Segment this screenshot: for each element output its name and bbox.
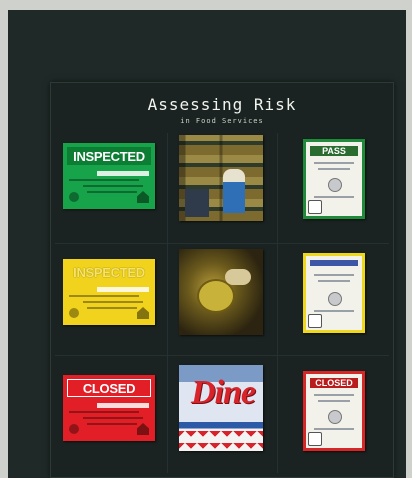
zigzag-trim [179, 431, 263, 451]
placard-text-line [83, 417, 143, 419]
house-icon [137, 307, 149, 319]
worker-figure [223, 169, 245, 213]
placard-field [97, 287, 149, 292]
seal-icon [69, 308, 79, 318]
certificate-heading [310, 260, 358, 266]
stamp-icon [308, 314, 322, 328]
placard-heading: INSPECTED [67, 147, 151, 165]
placard-text-line [69, 295, 139, 297]
certificate-heading: CLOSED [310, 378, 358, 388]
diner-sign: Dine [191, 374, 256, 411]
house-icon [137, 423, 149, 435]
placard-text-line [69, 411, 139, 413]
emblem-icon [328, 178, 342, 192]
conditional-certificate [303, 253, 365, 333]
closed-certificate: CLOSED [303, 371, 365, 451]
certificate-text-line [318, 280, 350, 282]
poster-title: Assessing Risk [147, 95, 297, 114]
closed-red-placard: CLOSED [63, 375, 155, 441]
certificate-text-line [314, 196, 354, 198]
seal-icon [69, 424, 79, 434]
inspected-yellow-placard: INSPECTED [63, 259, 155, 325]
certificate-text-line [314, 274, 354, 276]
stamp-icon [308, 200, 322, 214]
placard-text-line [83, 185, 143, 187]
certificate-text-line [314, 162, 354, 164]
placard-text-line [87, 423, 137, 425]
kitchen-pan-photo [179, 249, 263, 335]
grid-divider [277, 133, 278, 473]
stamp-icon [308, 432, 322, 446]
hand-figure [225, 269, 251, 285]
placard-text-line [69, 179, 139, 181]
certificate-heading: PASS [310, 146, 358, 156]
placard-heading: INSPECTED [73, 264, 145, 280]
certificate-text-line [314, 310, 354, 312]
certificate-text-line [314, 394, 354, 396]
emblem-icon [328, 410, 342, 424]
placard-field [97, 171, 149, 176]
inspected-green-placard: INSPECTED [63, 143, 155, 209]
placard-field [97, 403, 149, 408]
warehouse-shelves-photo [179, 135, 263, 221]
placard-text-line [83, 301, 143, 303]
grid-divider [167, 133, 168, 473]
certificate-text-line [318, 168, 350, 170]
certificate-text-line [318, 400, 350, 402]
certificate-text-line [314, 428, 354, 430]
diner-sign-photo: Dine [179, 365, 263, 451]
placard-text-line [87, 307, 137, 309]
grid-divider [55, 355, 389, 356]
emblem-icon [328, 292, 342, 306]
placard-heading: CLOSED [67, 379, 151, 397]
placard-text-line [87, 191, 137, 193]
assessing-risk-poster: Assessing Risk in Food Services INSPECTE… [50, 82, 394, 478]
cart-figure [185, 189, 209, 217]
poster-frame: Assessing Risk in Food Services INSPECTE… [8, 10, 406, 478]
seal-icon [69, 192, 79, 202]
pass-certificate: PASS [303, 139, 365, 219]
poster-subtitle: in Food Services [180, 117, 264, 125]
grid-divider [55, 243, 389, 244]
house-icon [137, 191, 149, 203]
